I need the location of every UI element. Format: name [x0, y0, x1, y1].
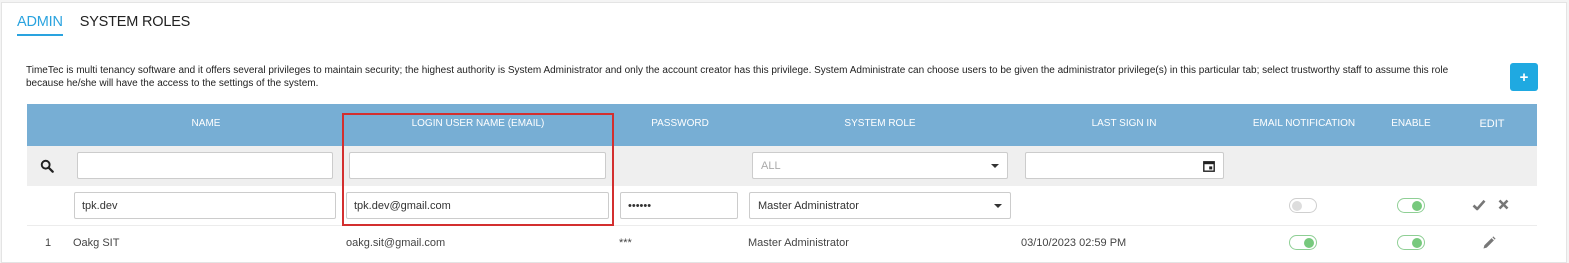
table-row[interactable]: 1 Oakg SIT oakg.sit@gmail.com *** Master… [27, 225, 1537, 261]
role-filter-value: ALL [761, 159, 781, 172]
chevron-down-icon [994, 203, 1002, 208]
column-header-name[interactable]: NAME [192, 118, 221, 129]
edit-password-input[interactable] [620, 192, 738, 219]
row-last-sign-in: 03/10/2023 02:59 PM [1021, 237, 1127, 249]
row-index: 1 [45, 237, 52, 249]
page-description: TimeTec is multi tenancy software and it… [26, 65, 1449, 89]
edit-role-select[interactable]: Master Administrator [749, 192, 1011, 219]
row-password: *** [619, 237, 632, 249]
column-header-system-role[interactable]: SYSTEM ROLE [844, 118, 915, 129]
row-email-notification-toggle[interactable] [1289, 235, 1317, 250]
role-filter-select[interactable]: ALL [752, 152, 1008, 179]
column-header-password[interactable]: PASSWORD [651, 118, 709, 129]
name-filter-input[interactable] [77, 152, 333, 179]
column-header-login[interactable]: LOGIN USER NAME (EMAIL) [412, 118, 545, 129]
row-name: Oakg SIT [73, 237, 120, 249]
filter-row: ALL [27, 146, 1537, 186]
add-admin-button[interactable]: + [1510, 63, 1538, 91]
edit-name-input[interactable] [74, 192, 336, 219]
column-header-email-notification: EMAIL NOTIFICATION [1252, 118, 1356, 129]
table-header: NAME LOGIN USER NAME (EMAIL) PASSWORD SY… [27, 104, 1537, 146]
row-login: oakg.sit@gmail.com [346, 237, 446, 249]
login-filter-input[interactable] [349, 152, 606, 179]
column-header-enable: ENABLE [1391, 118, 1431, 129]
column-header-last-sign-in[interactable]: LAST SIGN IN [1092, 118, 1157, 129]
pencil-icon[interactable] [1482, 236, 1496, 250]
last-sign-in-filter-date[interactable] [1025, 152, 1224, 179]
search-icon[interactable] [40, 159, 54, 173]
row-enable-toggle[interactable] [1397, 235, 1425, 250]
column-header-edit: EDIT [1479, 118, 1505, 130]
edit-row: Master Administrator [27, 186, 1537, 225]
chevron-down-icon [991, 163, 999, 168]
tab-bar: ADMIN SYSTEM ROLES [17, 14, 190, 36]
tab-admin[interactable]: ADMIN [17, 14, 63, 36]
edit-login-input[interactable] [346, 192, 609, 219]
edit-enable-toggle[interactable] [1397, 198, 1425, 213]
save-check-icon[interactable] [1472, 199, 1486, 211]
tab-system-roles[interactable]: SYSTEM ROLES [80, 14, 191, 36]
edit-email-notification-toggle[interactable] [1289, 198, 1317, 213]
row-role: Master Administrator [748, 237, 849, 249]
cancel-close-icon[interactable] [1498, 199, 1509, 210]
edit-role-value: Master Administrator [758, 199, 859, 212]
calendar-icon[interactable] [1203, 160, 1215, 172]
